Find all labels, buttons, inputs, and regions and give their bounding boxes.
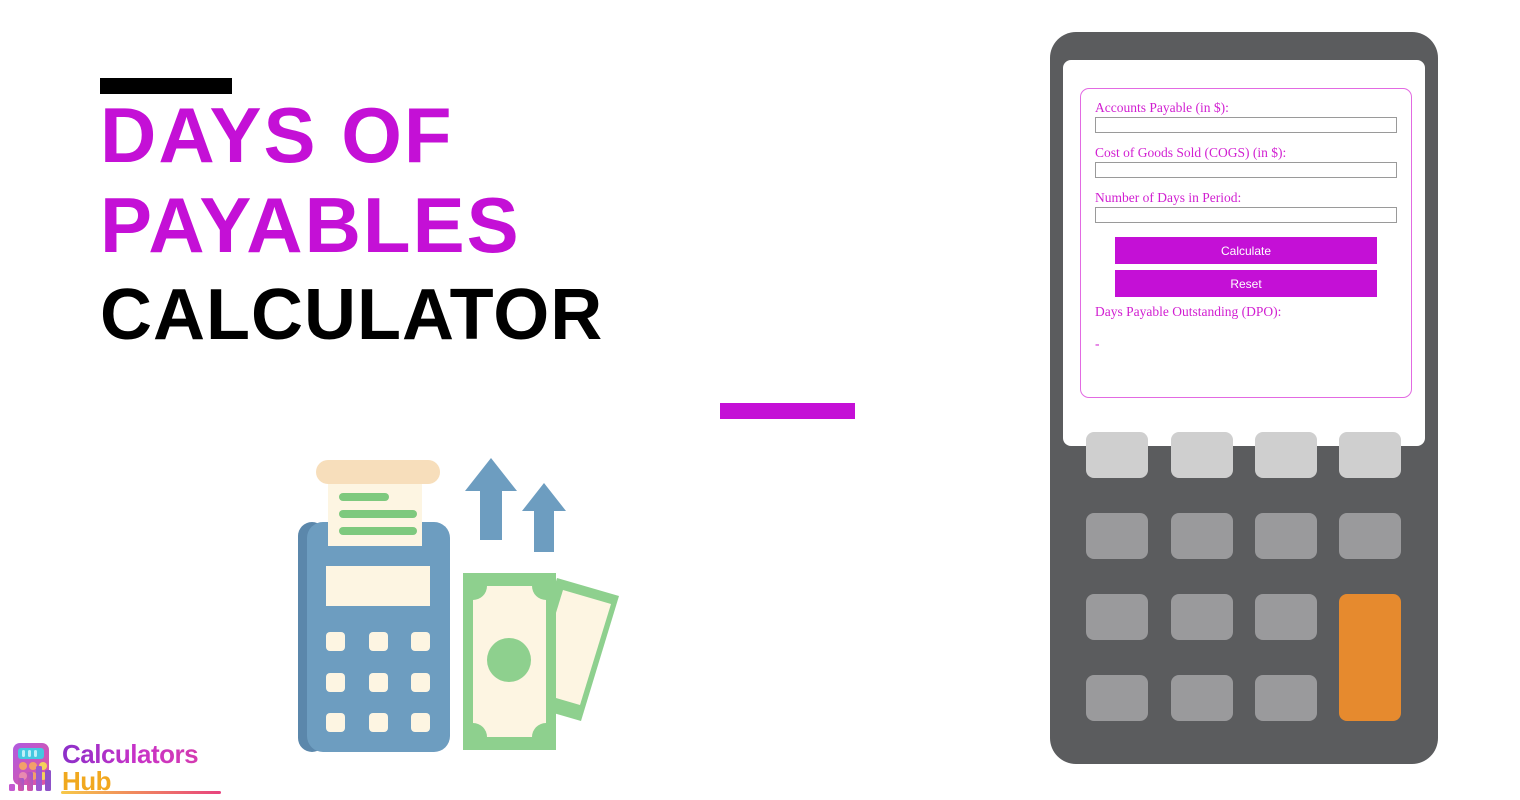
terminal-key xyxy=(326,632,345,651)
keypad-key[interactable] xyxy=(1086,594,1148,640)
terminal-key xyxy=(411,673,430,692)
days-in-period-label: Number of Days in Period: xyxy=(1095,190,1242,205)
terminal-display xyxy=(326,566,430,606)
calculator-device: Accounts Payable (in $): Cost of Goods S… xyxy=(1050,32,1438,764)
form-actions: Calculate Reset xyxy=(1095,234,1397,297)
receipt-line-1 xyxy=(339,493,389,501)
banknote-seal xyxy=(487,638,531,682)
receipt-line-2 xyxy=(339,510,417,518)
dpo-calculator-form: Accounts Payable (in $): Cost of Goods S… xyxy=(1080,88,1412,398)
reset-button[interactable]: Reset xyxy=(1115,270,1377,297)
headline-line-3: Calculator xyxy=(100,275,604,355)
terminal-key xyxy=(369,632,388,651)
keypad-key[interactable] xyxy=(1171,513,1233,559)
up-arrow-small-icon xyxy=(522,483,566,552)
terminal-key xyxy=(411,632,430,651)
keypad-key[interactable] xyxy=(1086,432,1148,478)
logo-word-calculators: Calculators xyxy=(62,738,199,769)
calculate-button[interactable]: Calculate xyxy=(1115,237,1377,264)
terminal-key xyxy=(369,713,388,732)
dpo-result-label: Days Payable Outstanding (DPO): xyxy=(1095,304,1282,319)
receipt-line-3 xyxy=(339,527,417,535)
calculators-hub-logo[interactable]: Calculators Hub xyxy=(6,738,221,796)
cogs-label: Cost of Goods Sold (COGS) (in $): xyxy=(1095,145,1287,160)
keypad-key[interactable] xyxy=(1086,675,1148,721)
logo-wordmark: Calculators Hub xyxy=(62,738,199,794)
terminal-key xyxy=(369,673,388,692)
accounts-payable-input[interactable] xyxy=(1095,117,1397,133)
terminal-key xyxy=(326,673,345,692)
keypad-key[interactable] xyxy=(1255,513,1317,559)
keypad-key[interactable] xyxy=(1171,675,1233,721)
pos-terminal-illustration xyxy=(295,445,635,760)
terminal-key xyxy=(326,713,345,732)
logo-word-hub: Hub xyxy=(62,768,198,794)
keypad-key[interactable] xyxy=(1171,432,1233,478)
keypad-key[interactable] xyxy=(1339,432,1401,478)
page-title: Days of Payables Calculator xyxy=(100,96,960,366)
keypad-accent-key[interactable] xyxy=(1339,594,1401,721)
logo-underline xyxy=(61,791,221,794)
headline-bottom-accent-bar xyxy=(720,403,855,419)
keypad-key[interactable] xyxy=(1255,675,1317,721)
receipt-top-fold xyxy=(316,460,440,484)
keypad-key[interactable] xyxy=(1339,513,1401,559)
dpo-result-value: - xyxy=(1095,336,1100,351)
calculator-keypad xyxy=(1086,432,1402,732)
calculator-bar-chart-logo-icon xyxy=(9,743,51,791)
headline-line-1: Days of xyxy=(100,91,454,179)
terminal-key xyxy=(411,713,430,732)
keypad-key[interactable] xyxy=(1255,432,1317,478)
keypad-key[interactable] xyxy=(1255,594,1317,640)
keypad-key[interactable] xyxy=(1171,594,1233,640)
calculator-screen: Accounts Payable (in $): Cost of Goods S… xyxy=(1063,60,1425,446)
headline-line-2: Payables xyxy=(100,181,521,269)
cogs-input[interactable] xyxy=(1095,162,1397,178)
up-arrow-large-icon xyxy=(465,458,517,540)
left-content-panel: Days of Payables Calculator xyxy=(0,0,1000,800)
days-in-period-input[interactable] xyxy=(1095,207,1397,223)
accounts-payable-label: Accounts Payable (in $): xyxy=(1095,100,1229,115)
keypad-key[interactable] xyxy=(1086,513,1148,559)
